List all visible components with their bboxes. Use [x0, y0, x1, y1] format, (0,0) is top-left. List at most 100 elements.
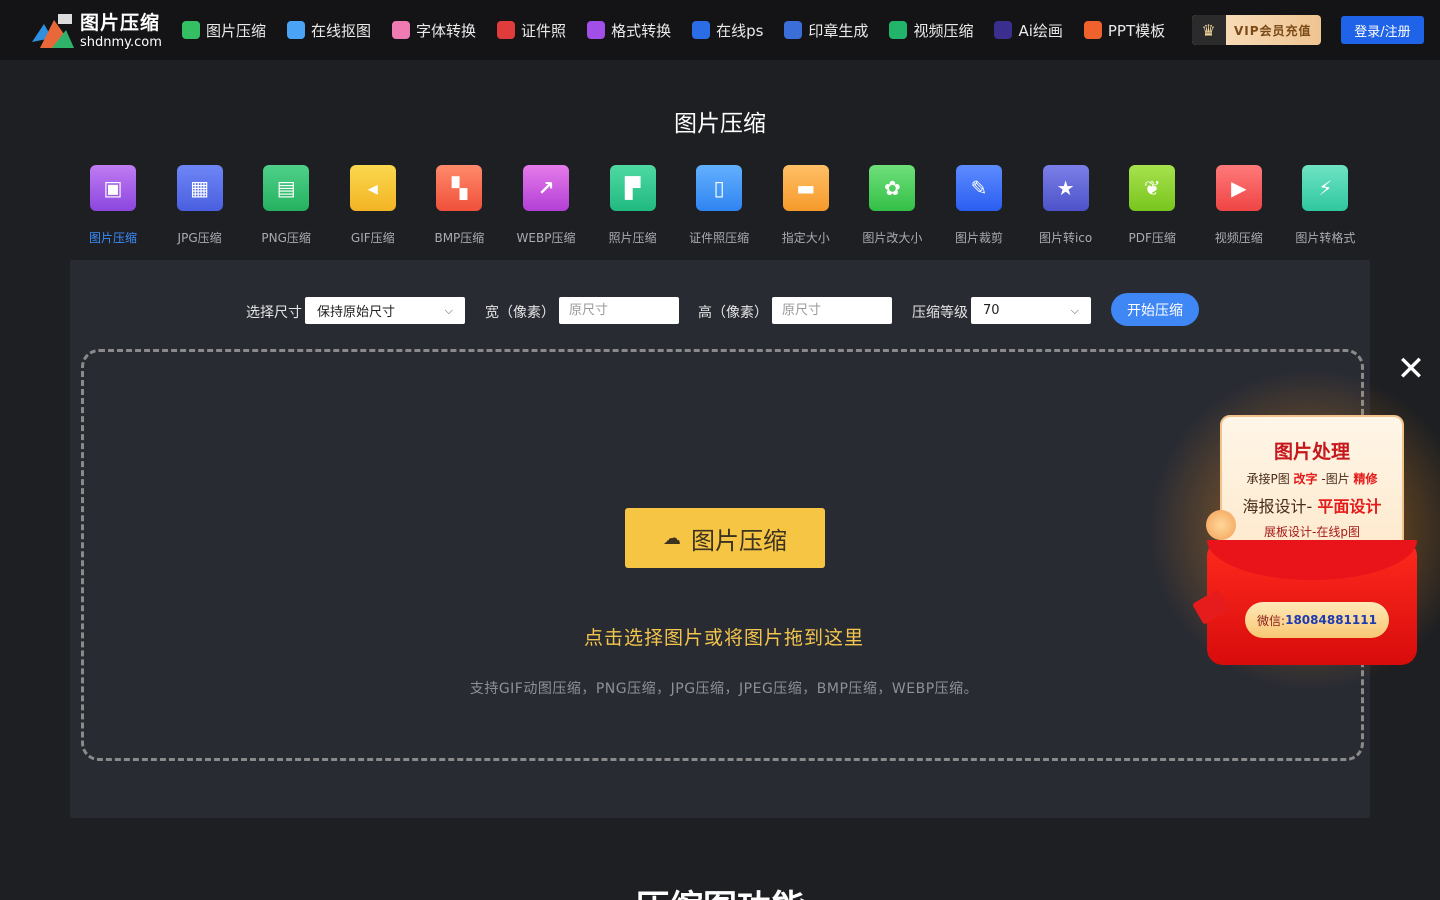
- promo-line-3: 展板设计-在线p图: [1264, 525, 1360, 539]
- nav-item[interactable]: 视频压缩: [889, 20, 973, 41]
- tool-item-label: PDF压缩: [1128, 231, 1176, 245]
- tool-item[interactable]: ▛ 照片压缩: [590, 165, 676, 246]
- tool-item[interactable]: ❦ PDF压缩: [1109, 165, 1195, 246]
- size-select[interactable]: 保持原始尺寸 ⌵: [305, 297, 465, 324]
- vip-recharge-button[interactable]: ♛ VIP会员充值: [1192, 15, 1321, 45]
- start-compress-button[interactable]: 开始压缩: [1111, 293, 1199, 326]
- tool-item-label: BMP压缩: [434, 231, 485, 245]
- tool-item-label: 图片裁剪: [954, 231, 1003, 245]
- tool-item-label: 照片压缩: [608, 231, 657, 245]
- tool-item[interactable]: ▶ 视频压缩: [1196, 165, 1282, 246]
- resize-icon: ✿: [869, 165, 916, 211]
- nav-item[interactable]: 图片压缩: [182, 20, 266, 41]
- height-input[interactable]: [772, 297, 892, 324]
- cutout-icon: [287, 21, 306, 39]
- id-photo-compress-icon: ▯: [696, 165, 743, 211]
- photo-compress-icon: ▛: [609, 165, 656, 211]
- tool-item-label: WEBP压缩: [516, 231, 576, 245]
- nav-item[interactable]: 格式转换: [587, 20, 671, 41]
- tool-item-label: 图片转格式: [1295, 231, 1356, 245]
- chevron-down-icon: ⌵: [444, 304, 453, 317]
- nav-item-label: 印章生成: [808, 21, 869, 40]
- crown-icon: ♛: [1192, 15, 1226, 45]
- upload-button-label: 图片压缩: [691, 526, 787, 555]
- nav-item-label: 在线抠图: [311, 21, 372, 40]
- image-icon: [182, 21, 200, 39]
- image-compress-icon: ▣: [90, 165, 136, 211]
- width-input[interactable]: [559, 297, 679, 324]
- nav-item[interactable]: 在线ps: [692, 20, 763, 41]
- tool-item-label: 证件照压缩: [689, 231, 750, 245]
- jpg-compress-icon: ▦: [176, 165, 223, 211]
- logo-mark-icon: [30, 12, 76, 50]
- login-register-button[interactable]: 登录/注册: [1341, 16, 1424, 44]
- cloud-upload-icon: ☁: [663, 527, 681, 549]
- ps-icon: [692, 21, 711, 39]
- tool-item-label: PNG压缩: [261, 231, 311, 245]
- logo-url: shdnmy.com: [80, 34, 162, 50]
- promo-popup[interactable]: 图片处理 承接P图 改字 -图片 精修 海报设计- 平面设计 展板设计-在线p图…: [1150, 370, 1440, 700]
- nav-item[interactable]: Ai绘画: [994, 20, 1063, 41]
- nav-item[interactable]: PPT模板: [1083, 20, 1166, 41]
- to-ico-icon: ★: [1042, 165, 1089, 211]
- png-compress-icon: ▤: [263, 165, 310, 211]
- tool-item-label: 图片压缩: [88, 231, 137, 245]
- nav-item-label: PPT模板: [1107, 21, 1166, 40]
- main-nav: 图片压缩 在线抠图 字体转换 证件照 格式转换 在线ps 印章生成 视频压缩 Ai绘画 PPT模板: [182, 16, 1186, 44]
- nav-item[interactable]: 印章生成: [784, 20, 868, 41]
- coin-icon: [1206, 510, 1236, 540]
- gif-compress-icon: ◂: [349, 165, 396, 211]
- convert-format-icon: ⚡: [1302, 165, 1349, 211]
- tool-item[interactable]: ⚡ 图片转格式: [1282, 165, 1368, 246]
- tool-item[interactable]: ▯ 证件照压缩: [676, 165, 762, 246]
- bmp-compress-icon: ▚: [436, 165, 483, 211]
- tool-item[interactable]: ✿ 图片改大小: [849, 165, 935, 246]
- id-photo-icon: [497, 21, 516, 39]
- nav-item-label: 字体转换: [416, 21, 477, 40]
- logo-title: 图片压缩: [80, 11, 161, 34]
- ai-icon: [994, 21, 1013, 39]
- vip-label: VIP会员充值: [1234, 23, 1312, 38]
- site-logo[interactable]: 图片压缩 shdnmy.com: [30, 10, 170, 52]
- nav-item-label: 图片压缩: [206, 21, 267, 40]
- width-label: 宽（像素）: [485, 305, 555, 321]
- top-navbar: 图片压缩 shdnmy.com 图片压缩 在线抠图 字体转换 证件照 格式转换 在线ps 印…: [0, 0, 1440, 60]
- section-heading: 压缩图功能: [0, 880, 1440, 900]
- level-label: 压缩等级: [912, 305, 968, 321]
- webp-compress-icon: ↗: [523, 165, 569, 211]
- promo-wechat[interactable]: 微信: 18084881111: [1245, 602, 1389, 638]
- tool-item[interactable]: ▬ 指定大小: [763, 165, 849, 246]
- upload-image-button[interactable]: ☁ 图片压缩: [625, 508, 825, 568]
- size-label: 选择尺寸: [246, 305, 302, 321]
- tool-item[interactable]: ▣ 图片压缩: [70, 165, 156, 246]
- stamp-icon: [784, 21, 803, 39]
- nav-item-label: 视频压缩: [913, 21, 974, 40]
- fixed-size-icon: ▬: [782, 165, 829, 211]
- tool-item[interactable]: ★ 图片转ico: [1023, 165, 1109, 246]
- font-icon: [392, 21, 411, 39]
- compress-controls: 选择尺寸 保持原始尺寸 ⌵ 宽（像素） 高（像素） 压缩等级 70 ⌵ 开始压缩: [70, 293, 1370, 327]
- promo-title: 图片处理: [1273, 441, 1350, 463]
- tool-item[interactable]: ▤ PNG压缩: [243, 165, 329, 246]
- promo-line-2: 海报设计- 平面设计: [1242, 497, 1382, 516]
- nav-item-label: 格式转换: [611, 21, 672, 40]
- format-icon: [587, 21, 606, 39]
- page-title: 图片压缩: [674, 111, 766, 137]
- size-select-value: 保持原始尺寸: [317, 305, 396, 320]
- level-select[interactable]: 70 ⌵: [971, 297, 1091, 324]
- tool-item[interactable]: ✎ 图片裁剪: [936, 165, 1022, 246]
- nav-item[interactable]: 在线抠图: [287, 20, 371, 41]
- tool-item[interactable]: ▚ BMP压缩: [416, 165, 502, 246]
- tool-item-label: 指定大小: [781, 231, 830, 245]
- close-icon[interactable]: ✕: [1394, 352, 1428, 388]
- height-label: 高（像素）: [698, 305, 768, 321]
- tool-item[interactable]: ↗ WEBP压缩: [503, 165, 589, 246]
- video-compress-icon: ▶: [1215, 165, 1262, 211]
- tool-item[interactable]: ▦ JPG压缩: [157, 165, 243, 246]
- nav-item[interactable]: 字体转换: [392, 20, 476, 41]
- tool-item[interactable]: ◂ GIF压缩: [330, 165, 416, 246]
- video-icon: [889, 21, 908, 39]
- pdf-compress-icon: ❦: [1129, 165, 1176, 211]
- nav-item[interactable]: 证件照: [497, 20, 566, 41]
- tool-item-label: GIF压缩: [350, 231, 395, 245]
